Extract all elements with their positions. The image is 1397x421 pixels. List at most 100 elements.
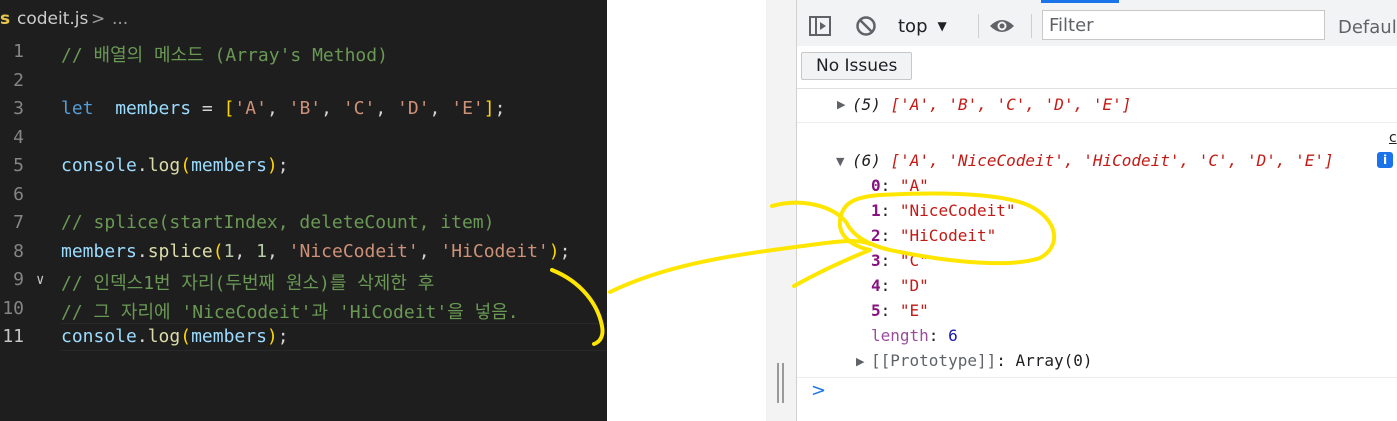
entry-value: "HiCodeit": [899, 226, 997, 245]
editor-breadcrumb: s codeit.js > ...: [0, 0, 607, 38]
code-token: ;: [559, 241, 571, 262]
code-token: 1: [256, 241, 267, 262]
source-link[interactable]: c: [1389, 130, 1397, 146]
code-token: 'D': [397, 98, 430, 119]
code-token: 'C': [342, 98, 376, 119]
context-label: top: [898, 15, 928, 37]
line-number: 4: [13, 127, 24, 148]
code-line[interactable]: members.splice(1, 1, 'NiceCodeit', 'HiCo…: [61, 241, 570, 262]
issues-bar: No Issues: [797, 46, 1397, 89]
line-number: 11: [2, 326, 24, 347]
code-token: ,: [266, 241, 289, 262]
code-token: 'NiceCodeit': [288, 241, 419, 262]
line-number: 2: [13, 70, 24, 91]
page-viewport: [638, 0, 766, 421]
prototype-entry[interactable]: [[Prototype]]: Array(0): [871, 351, 1093, 370]
code-token: 'E': [451, 98, 484, 119]
code-token: ;: [277, 155, 289, 176]
code-token: .: [136, 326, 148, 347]
expand-triangle-icon[interactable]: ▶: [856, 355, 864, 368]
fold-chevron-icon[interactable]: ∨: [36, 272, 44, 288]
code-token: .: [136, 155, 148, 176]
log-count: (5): [852, 95, 881, 114]
code-token: // 인덱스1번 자리(두번째 원소)를 삭제한 후: [61, 273, 435, 294]
line-number: 1: [13, 41, 24, 62]
code-token: members: [191, 155, 267, 176]
resize-handle-icon[interactable]: [777, 363, 784, 403]
line-number: 8: [13, 241, 24, 262]
array-entry: 2: "HiCodeit": [871, 226, 997, 245]
active-tab-indicator: [1041, 0, 1119, 3]
log-levels-dropdown[interactable]: Default: [1338, 17, 1397, 38]
code-line[interactable]: // 인덱스1번 자리(두번째 원소)를 삭제한 후: [61, 269, 434, 295]
array-entry: 4: "D": [871, 276, 929, 295]
log-count: (6): [852, 151, 881, 170]
code-token: log: [147, 155, 181, 176]
entry-value: "C": [899, 251, 929, 270]
code-token: ,: [375, 98, 398, 119]
log-array: ['A', 'NiceCodeit', 'HiCodeit', 'C', 'D'…: [890, 151, 1334, 170]
code-token: .: [136, 241, 148, 262]
code-token: 1: [223, 241, 235, 262]
code-token: [: [223, 98, 235, 119]
code-line[interactable]: // splice(startIndex, deleteCount, item): [61, 212, 494, 233]
log-preview[interactable]: (5) ['A', 'B', 'C', 'D', 'E']: [852, 95, 1131, 114]
eye-icon[interactable]: [988, 16, 1016, 36]
breadcrumb-more[interactable]: ...: [112, 9, 128, 29]
code-token: ): [548, 241, 560, 262]
code-token: // splice(startIndex, deleteCount, item): [61, 212, 495, 233]
devtools-console: top ▼ Default No Issues ▶ (5) ['A', 'B',…: [797, 0, 1397, 421]
code-token: let: [61, 98, 94, 119]
entry-key: 0: [871, 176, 881, 195]
breadcrumb-file[interactable]: codeit.js: [17, 9, 88, 29]
code-token: 'A': [234, 98, 267, 119]
code-line[interactable]: console.log(members);: [61, 155, 289, 176]
code-token: members: [191, 326, 267, 347]
issues-button[interactable]: No Issues: [801, 52, 913, 80]
code-token: ,: [418, 241, 441, 262]
line-number: 5: [13, 155, 24, 176]
line-number: 10: [2, 298, 24, 319]
code-token: =: [191, 98, 224, 119]
code-line[interactable]: // 배열의 메소드 (Array's Method): [61, 41, 388, 67]
clear-console-icon[interactable]: [855, 15, 877, 37]
log-array: ['A', 'B', 'C', 'D', 'E']: [890, 95, 1132, 114]
code-token: ]: [483, 98, 495, 119]
console-message: ▶ (5) ['A', 'B', 'C', 'D', 'E']: [797, 88, 1397, 123]
entry-key: 5: [871, 301, 881, 320]
code-editor[interactable]: s codeit.js > ... 1 // 배열의 메소드 (Array's M…: [0, 0, 607, 421]
toolbar-divider: [978, 14, 979, 38]
code-token: // 배열의 메소드 (Array's Method): [61, 45, 388, 66]
array-entry: 1: "NiceCodeit": [871, 201, 1016, 220]
breadcrumb-separator-icon: >: [91, 9, 106, 29]
console-prompt-icon[interactable]: >: [811, 380, 826, 401]
array-entry: 3: "C": [871, 251, 929, 270]
entry-value: "D": [899, 276, 929, 295]
code-token: (: [212, 241, 224, 262]
code-line[interactable]: let members = ['A', 'B', 'C', 'D', 'E'];: [61, 98, 505, 119]
code-token: splice: [147, 241, 213, 262]
log-preview[interactable]: (6) ['A', 'NiceCodeit', 'HiCodeit', 'C',…: [852, 151, 1334, 170]
length-entry: length: 6: [871, 326, 958, 345]
code-token: log: [147, 326, 181, 347]
code-token: ;: [494, 98, 506, 119]
line-number: 6: [13, 184, 24, 205]
entry-key: 1: [871, 201, 881, 220]
code-token: (: [180, 326, 192, 347]
sidebar-toggle-icon[interactable]: [809, 16, 831, 36]
info-icon[interactable]: i: [1377, 152, 1393, 168]
expand-triangle-icon[interactable]: ▶: [837, 98, 845, 111]
code-line[interactable]: console.log(members);: [61, 326, 289, 347]
filter-input[interactable]: [1042, 10, 1325, 40]
code-token: ): [266, 155, 278, 176]
code-token: ,: [266, 98, 289, 119]
code-token: ): [266, 326, 278, 347]
collapse-triangle-icon[interactable]: ▼: [836, 155, 844, 168]
code-line[interactable]: // 그 자리에 'NiceCodeit'과 'HiCodeit'을 넣음.: [61, 298, 519, 324]
code-token: members: [115, 98, 192, 119]
context-selector[interactable]: top ▼: [898, 14, 947, 38]
code-token: 'B': [288, 98, 322, 119]
code-token: // 그 자리에 'NiceCodeit'과 'HiCodeit'을 넣음.: [61, 302, 519, 323]
entry-key: 2: [871, 226, 881, 245]
line-number: 7: [13, 212, 24, 233]
